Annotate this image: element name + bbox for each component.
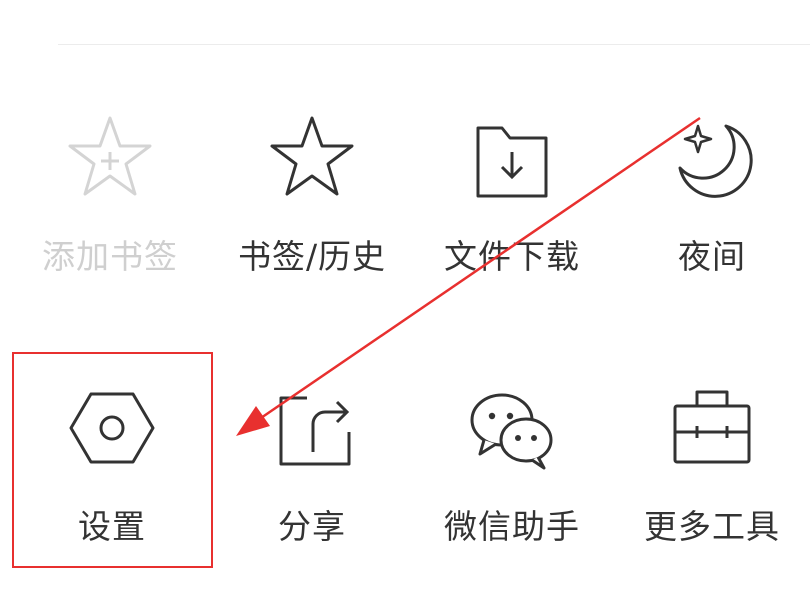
menu-item-label: 书签/历史 <box>237 237 387 276</box>
menu-item-wechat-assistant[interactable]: 微信助手 <box>412 368 612 568</box>
menu-item-label: 微信助手 <box>444 507 580 546</box>
menu-item-label: 添加书签 <box>42 237 178 276</box>
download-folder-icon <box>476 126 548 198</box>
menu-item-label: 分享 <box>278 507 346 546</box>
top-divider <box>58 44 810 45</box>
menu-item-label: 夜间 <box>678 237 746 276</box>
menu-item-more-tools[interactable]: 更多工具 <box>612 368 810 568</box>
add-bookmark-icon <box>68 116 152 196</box>
menu-item-add-bookmark[interactable]: 添加书签 <box>10 100 210 300</box>
menu-item-file-download[interactable]: 文件下载 <box>412 100 612 300</box>
menu-item-bookmarks-history[interactable]: 书签/历史 <box>212 100 412 300</box>
menu-item-label: 更多工具 <box>644 507 780 546</box>
menu-item-share[interactable]: 分享 <box>212 368 412 568</box>
menu-item-night-mode[interactable]: 夜间 <box>612 100 810 300</box>
menu-item-label: 文件下载 <box>444 237 580 276</box>
moon-icon <box>678 124 753 198</box>
share-icon <box>279 396 351 466</box>
settings-highlight-box <box>12 352 213 568</box>
toolbox-icon <box>673 390 751 464</box>
star-icon <box>270 116 354 196</box>
wechat-icon <box>470 393 553 470</box>
